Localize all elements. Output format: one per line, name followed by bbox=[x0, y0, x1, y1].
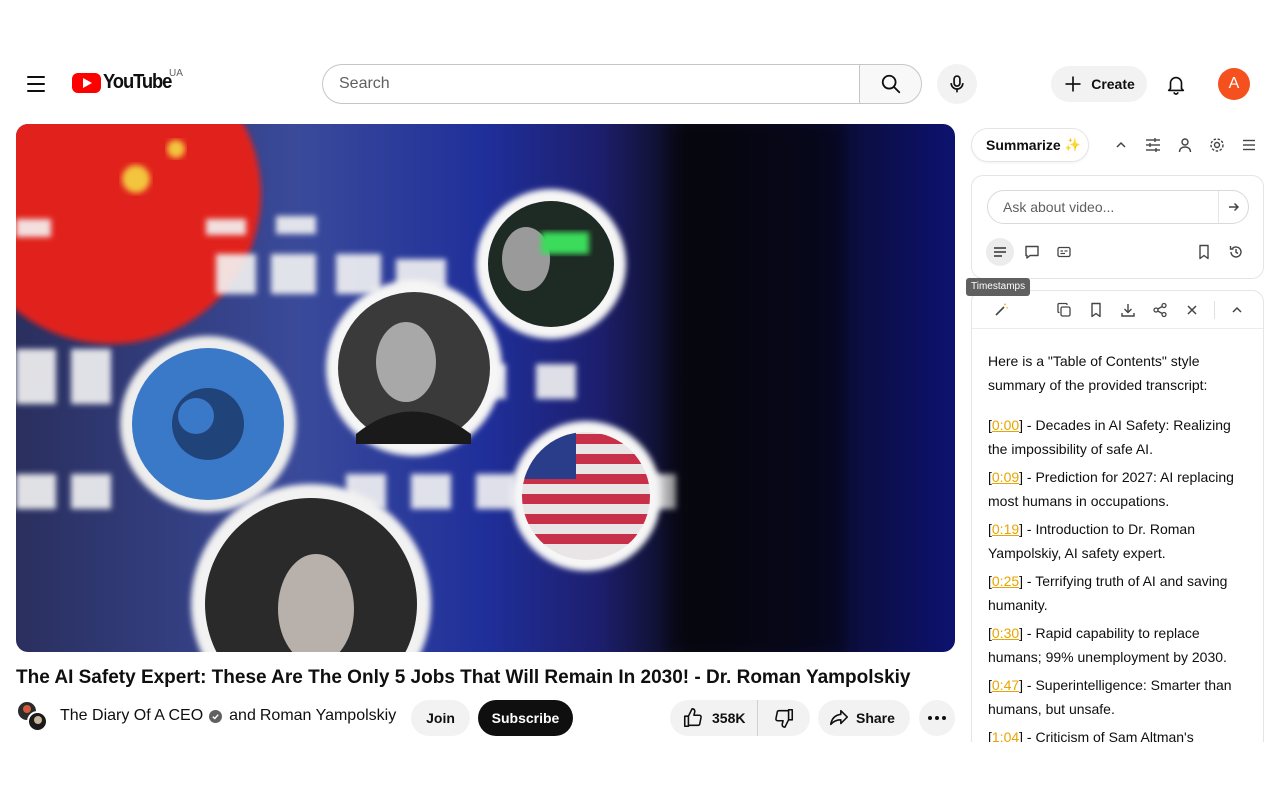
video-player[interactable] bbox=[16, 124, 955, 652]
arrow-right-icon bbox=[1228, 202, 1239, 212]
hamburger-menu-icon[interactable] bbox=[1239, 135, 1259, 155]
logo-wordmark: YouTube bbox=[103, 71, 172, 93]
collapse-summary-chevron-icon[interactable] bbox=[1227, 300, 1247, 320]
search-input[interactable] bbox=[339, 75, 859, 93]
transcript-mode-button[interactable] bbox=[1050, 238, 1078, 266]
bell-icon bbox=[1167, 76, 1185, 95]
like-dislike-group: 358K bbox=[670, 700, 810, 736]
chat-bubble-icon bbox=[1025, 245, 1039, 259]
history-icon bbox=[1229, 246, 1242, 258]
summary-toolbar bbox=[972, 291, 1263, 329]
summary-item: [0:25] - Terrifying truth of AI and savi… bbox=[988, 573, 1228, 613]
country-code: UA bbox=[169, 68, 183, 79]
summary-item: [0:09] - Prediction for 2027: AI replaci… bbox=[988, 469, 1234, 509]
thumbs-up-icon bbox=[683, 708, 702, 728]
dislike-button[interactable] bbox=[758, 700, 810, 736]
share-button[interactable]: Share bbox=[818, 700, 910, 736]
summary-item-text: - Introduction to Dr. Roman Yampolskiy, … bbox=[988, 521, 1195, 561]
share-nodes-icon[interactable] bbox=[1150, 300, 1170, 320]
account-avatar[interactable]: A bbox=[1218, 68, 1250, 100]
magic-wand-icon[interactable] bbox=[991, 300, 1011, 320]
search-button[interactable] bbox=[859, 64, 922, 104]
sliders-icon[interactable] bbox=[1143, 135, 1163, 155]
timestamp-link[interactable]: 0:25 bbox=[992, 573, 1019, 589]
download-icon[interactable] bbox=[1118, 300, 1138, 320]
timestamp-link[interactable]: 0:00 bbox=[992, 417, 1019, 433]
copy-icon[interactable] bbox=[1054, 300, 1074, 320]
summary-intro: Here is a "Table of Contents" style summ… bbox=[988, 353, 1208, 393]
join-button[interactable]: Join bbox=[411, 700, 470, 736]
save-bookmark-icon[interactable] bbox=[1086, 300, 1106, 320]
summary-item: [0:30] - Rapid capability to replace hum… bbox=[988, 625, 1227, 665]
bookmark-button[interactable] bbox=[1190, 238, 1218, 266]
subscribe-button[interactable]: Subscribe bbox=[478, 700, 573, 736]
video-title: The AI Safety Expert: These Are The Only… bbox=[16, 667, 911, 688]
more-dots-icon bbox=[928, 716, 932, 720]
summary-item-text: - Rapid capability to replace humans; 99… bbox=[988, 625, 1227, 665]
timestamps-tooltip: Timestamps bbox=[966, 278, 1031, 296]
channel-avatars[interactable] bbox=[16, 700, 48, 732]
summarize-button[interactable]: Summarize ✨ bbox=[971, 128, 1089, 162]
person-icon[interactable] bbox=[1175, 135, 1195, 155]
summary-item: [0:47] - Superintelligence: Smarter than… bbox=[988, 677, 1232, 717]
timestamps-mode-button[interactable] bbox=[986, 238, 1014, 266]
timestamp-link[interactable]: 0:30 bbox=[992, 625, 1019, 641]
ask-input[interactable] bbox=[1003, 199, 1218, 215]
masthead: YouTube UA Create A bbox=[0, 56, 1280, 112]
timestamp-link[interactable]: 0:09 bbox=[992, 469, 1019, 485]
summary-item-text: - Terrifying truth of AI and saving huma… bbox=[988, 573, 1228, 613]
toolbar-divider bbox=[1214, 301, 1215, 319]
settings-gear-icon[interactable] bbox=[1207, 135, 1227, 155]
share-arrow-icon bbox=[829, 709, 849, 726]
summary-body: Here is a "Table of Contents" style summ… bbox=[988, 349, 1250, 750]
close-icon[interactable] bbox=[1182, 300, 1202, 320]
like-count: 358K bbox=[712, 710, 746, 726]
summary-item-text: - Decades in AI Safety: Realizing the im… bbox=[988, 417, 1231, 457]
guide-menu-icon[interactable] bbox=[20, 68, 52, 100]
timestamp-link[interactable]: 0:47 bbox=[992, 677, 1019, 693]
bookmark-icon bbox=[1199, 244, 1209, 260]
summary-item-text: - Prediction for 2027: AI replacing most… bbox=[988, 469, 1234, 509]
history-button[interactable] bbox=[1222, 238, 1250, 266]
like-button[interactable]: 358K bbox=[670, 700, 758, 736]
ask-panel bbox=[971, 175, 1264, 279]
viewport-bottom-mask bbox=[0, 742, 1280, 800]
voice-search-button[interactable] bbox=[937, 64, 977, 104]
youtube-play-icon bbox=[72, 72, 101, 93]
summary-item-text: - Superintelligence: Smarter than humans… bbox=[988, 677, 1232, 717]
channel-name-link[interactable]: The Diary Of A CEO bbox=[60, 707, 203, 725]
sparkle-icon: ✨ bbox=[1064, 137, 1081, 152]
video-thumbnail-image bbox=[16, 124, 846, 652]
summary-panel: Here is a "Table of Contents" style summ… bbox=[971, 290, 1264, 750]
summarize-label: Summarize bbox=[986, 137, 1061, 153]
owner-row: The Diary Of A CEO and Roman Yampolskiy … bbox=[16, 700, 955, 736]
summary-item: [0:00] - Decades in AI Safety: Realizing… bbox=[988, 417, 1231, 457]
search-box[interactable] bbox=[322, 64, 859, 104]
share-label: Share bbox=[856, 710, 895, 726]
collaborator-conjunction: and bbox=[229, 707, 256, 724]
summarize-header: Summarize ✨ bbox=[971, 128, 1264, 162]
microphone-icon bbox=[950, 75, 964, 93]
timestamp-link[interactable]: 0:19 bbox=[992, 521, 1019, 537]
collapse-chevron-up-icon[interactable] bbox=[1111, 135, 1131, 155]
comments-mode-button[interactable] bbox=[1018, 238, 1046, 266]
ask-send-button[interactable] bbox=[1218, 191, 1248, 223]
more-actions-button[interactable] bbox=[919, 700, 955, 736]
text-lines-icon bbox=[994, 247, 1006, 257]
captions-icon bbox=[1057, 246, 1071, 258]
plus-icon bbox=[1065, 76, 1081, 92]
verified-badge-icon bbox=[209, 709, 223, 723]
create-button[interactable]: Create bbox=[1051, 66, 1147, 102]
thumbs-down-icon bbox=[775, 708, 794, 728]
owner-names: The Diary Of A CEO and Roman Yampolskiy bbox=[60, 707, 396, 725]
ask-input-box bbox=[987, 190, 1249, 224]
collaborator-avatar bbox=[27, 711, 48, 732]
search-bar bbox=[322, 64, 922, 104]
youtube-logo[interactable]: YouTube bbox=[72, 71, 177, 94]
summary-item: [0:19] - Introduction to Dr. Roman Yampo… bbox=[988, 521, 1195, 561]
collaborator-name-link[interactable]: Roman Yampolskiy bbox=[260, 707, 396, 725]
create-label: Create bbox=[1091, 76, 1135, 92]
notifications-button[interactable] bbox=[1156, 64, 1196, 104]
search-icon bbox=[881, 74, 900, 94]
